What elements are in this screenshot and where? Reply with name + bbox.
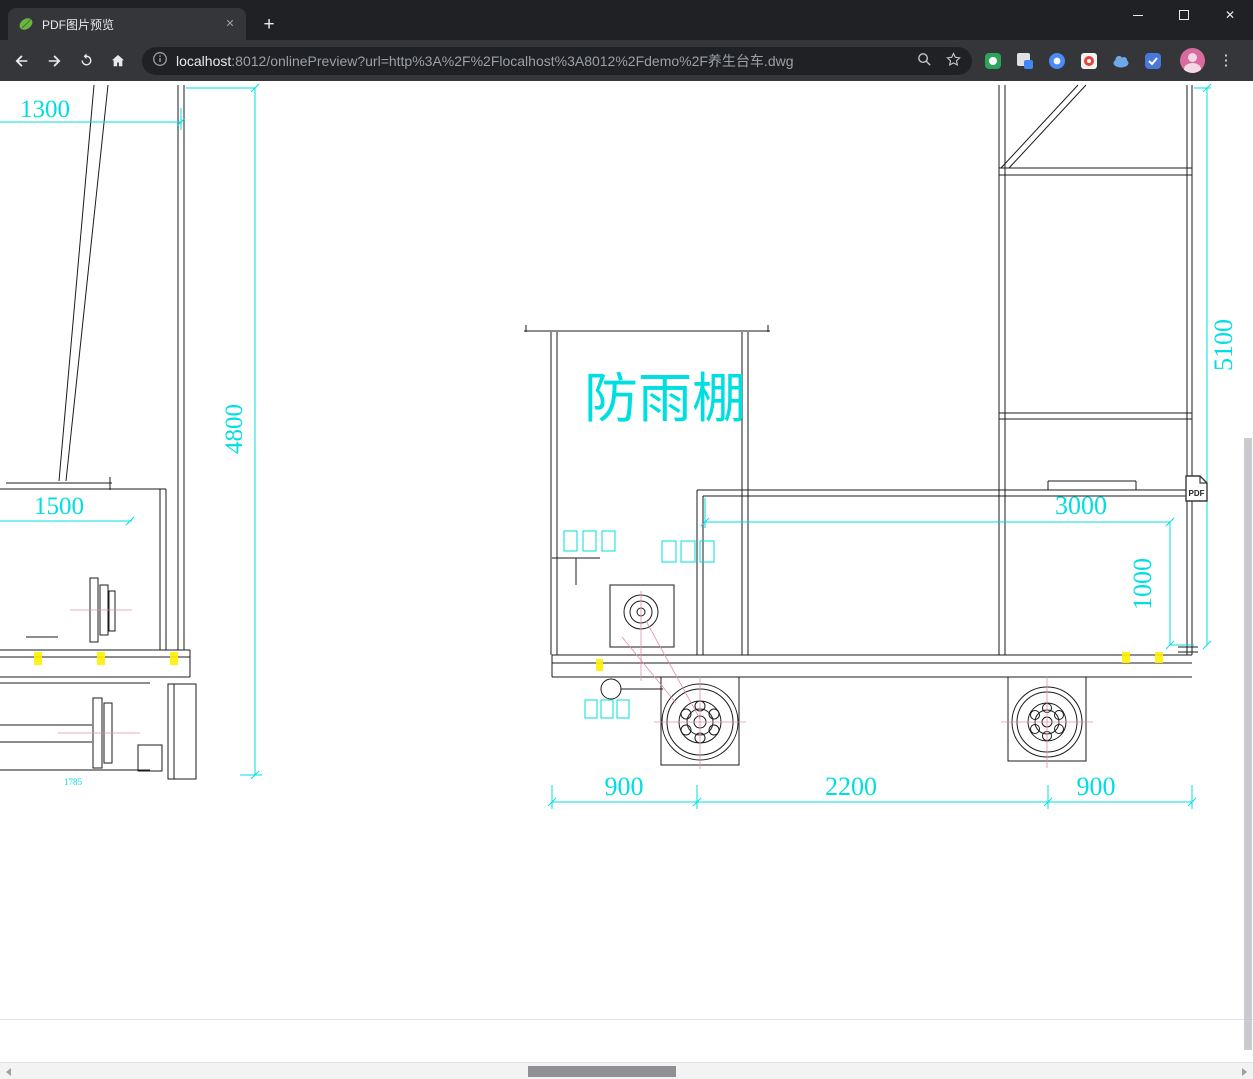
- minimize-icon: [1133, 14, 1143, 16]
- reload-button[interactable]: [70, 45, 102, 77]
- dim-label-small: 1785: [64, 777, 83, 787]
- pdf-page-separator: [0, 1019, 1253, 1020]
- page-info-icon[interactable]: [152, 51, 168, 70]
- forward-button[interactable]: [38, 45, 70, 77]
- pdf-badge-text: PDF: [1189, 489, 1205, 498]
- dim-label-1000: 1000: [1128, 558, 1157, 610]
- extension-icon-1[interactable]: [984, 52, 1002, 70]
- browser-tab[interactable]: PDF图片预览 ✕: [8, 8, 246, 40]
- forward-icon: [48, 54, 61, 67]
- dwg-canvas: 1300 4800 1500 1785 防雨棚 3000 1000 5100 9…: [0, 83, 1238, 809]
- scroll-right-arrow-icon[interactable]: [1242, 1068, 1247, 1076]
- back-icon: [15, 54, 28, 67]
- reload-icon: [81, 53, 91, 66]
- home-button[interactable]: [102, 45, 134, 77]
- maximize-button[interactable]: [1161, 0, 1207, 30]
- minimize-button[interactable]: [1115, 0, 1161, 30]
- home-icon: [112, 54, 124, 66]
- url-text: localhost:8012/onlinePreview?url=http%3A…: [176, 51, 904, 71]
- centerlines: [58, 591, 1093, 769]
- pdf-file-icon[interactable]: PDF: [1185, 475, 1208, 502]
- horizontal-scrollbar-thumb[interactable]: [528, 1066, 676, 1077]
- maximize-icon: [1179, 10, 1189, 20]
- cloud-extension-icon[interactable]: [1112, 52, 1130, 70]
- url-host: localhost: [176, 52, 232, 69]
- vertical-scrollbar-thumb[interactable]: [1244, 438, 1252, 1050]
- canopy-label: 防雨棚: [584, 369, 746, 429]
- bookmark-star-icon[interactable]: [945, 51, 962, 71]
- horizontal-scrollbar[interactable]: [0, 1062, 1253, 1079]
- dwg-preview-page: 1300 4800 1500 1785 防雨棚 3000 1000 5100 9…: [0, 81, 1253, 1062]
- dim-label-5100: 5100: [1209, 319, 1238, 371]
- tab-close-icon[interactable]: ✕: [222, 16, 238, 32]
- url-path: :8012/onlinePreview?url=http%3A%2F%2Floc…: [231, 52, 794, 69]
- browser-toolbar: localhost:8012/onlinePreview?url=http%3A…: [0, 40, 1253, 81]
- translate-extension-icon[interactable]: [1016, 52, 1034, 70]
- tab-title: PDF图片预览: [42, 17, 115, 32]
- extensions-row: [984, 52, 1162, 70]
- new-tab-button[interactable]: +: [257, 13, 281, 37]
- spring-leaf-favicon: [18, 16, 34, 32]
- dim-label-1500: 1500: [34, 493, 84, 520]
- address-bar[interactable]: localhost:8012/onlinePreview?url=http%3A…: [142, 46, 972, 75]
- extension-icon-3[interactable]: [1048, 52, 1066, 70]
- left-view: [0, 84, 197, 780]
- scroll-left-arrow-icon[interactable]: [6, 1068, 11, 1076]
- close-button[interactable]: ✕: [1207, 0, 1253, 30]
- side-view: [696, 84, 1198, 655]
- extension-icon-4[interactable]: [1080, 52, 1098, 70]
- window-title-bar: PDF图片预览 ✕ + ✕: [0, 0, 1253, 40]
- dim-label-1300: 1300: [20, 96, 70, 123]
- dim-label-900-left: 900: [605, 772, 644, 801]
- zoom-indicator-icon[interactable]: [916, 51, 933, 71]
- dim-label-2200: 2200: [825, 772, 877, 801]
- dim-label-3000: 3000: [1055, 491, 1107, 520]
- avatar-head-shape: [1188, 53, 1197, 62]
- browser-menu-icon[interactable]: ⋮: [1217, 52, 1235, 70]
- window-controls: ✕: [1115, 0, 1253, 30]
- back-button[interactable]: [6, 45, 38, 77]
- extension-icon-6[interactable]: [1144, 52, 1162, 70]
- dim-label-4800: 4800: [221, 404, 248, 454]
- profile-avatar[interactable]: [1180, 48, 1205, 73]
- avatar-body-shape: [1184, 63, 1201, 73]
- dim-label-900-right: 900: [1077, 772, 1116, 801]
- dimensions: 1300 4800 1500 1785 防雨棚 3000 1000 5100 9…: [0, 83, 1238, 809]
